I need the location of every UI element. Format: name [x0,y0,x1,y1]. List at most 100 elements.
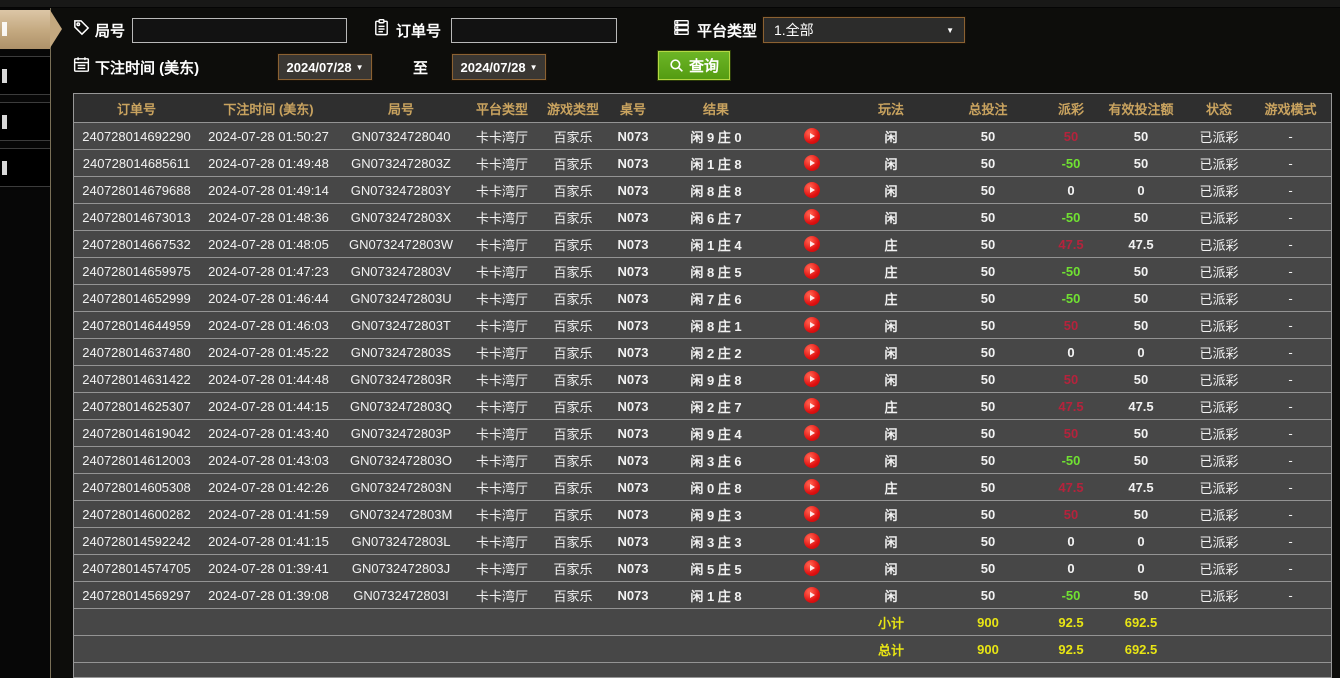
cell-mode: - [1288,290,1293,306]
cell-action [772,236,852,252]
play-icon[interactable] [804,263,820,279]
cell-platform: 卡卡湾厅 [475,507,528,523]
total-payout: 92.5 [1058,641,1084,657]
cell-mode: - [1288,263,1293,279]
table-row: 240728014679688 2024-07-28 01:49:14 GN07… [74,176,1331,203]
cell-bet-time: 2024-07-28 01:39:08 [208,587,329,603]
game-no-input[interactable] [132,18,347,43]
play-icon[interactable] [804,533,820,549]
status-badge: 已派彩 [1199,264,1239,280]
cell-table-no: N073 [617,155,649,171]
play-icon[interactable] [804,587,820,603]
sidebar-tab[interactable] [0,56,50,95]
cell-game-type: 百家乐 [553,534,593,550]
col-header-bet-time: 下注时间 (美东) [223,101,314,117]
cell-mode: - [1288,209,1293,225]
play-icon[interactable] [804,398,820,414]
cell-table-no: N073 [617,425,649,441]
cell-platform: 卡卡湾厅 [475,453,528,469]
top-strip [0,0,1340,8]
payout-cell: -50 [1061,587,1081,603]
cell-game-type: 百家乐 [553,291,593,307]
col-header-table-no: 桌号 [619,101,646,117]
cell-action [772,290,852,306]
payout-cell: -50 [1061,209,1081,225]
cell-game-type: 百家乐 [553,345,593,361]
table-row: 240728014631422 2024-07-28 01:44:48 GN07… [74,365,1331,392]
play-icon[interactable] [804,371,820,387]
cell-mode: - [1288,425,1293,441]
cell-table-no: N073 [617,128,649,144]
play-icon[interactable] [804,317,820,333]
sidebar-tab[interactable] [0,148,50,187]
sidebar-tab-active[interactable] [0,10,62,49]
cell-mode: - [1288,560,1293,576]
status-badge: 已派彩 [1199,561,1239,577]
order-no-input[interactable] [451,18,617,43]
cell-result: 闲 2 庄 2 [690,345,742,361]
payout-cell: 0 [1067,182,1075,198]
cell-mode: - [1288,344,1293,360]
cell-game-type: 百家乐 [553,237,593,253]
cell-valid-bet: 0 [1137,533,1145,549]
col-header-game-type: 游戏类型 [546,101,599,117]
col-header-mode: 游戏模式 [1264,101,1317,117]
query-button[interactable]: 查询 [658,51,731,80]
cell-action [772,344,852,360]
cell-total-bet: 50 [980,344,996,360]
cell-table-no: N073 [617,479,649,495]
cell-order: 240728014625307 [82,398,191,414]
col-header-play-type: 玩法 [877,101,904,117]
cell-game-type: 百家乐 [553,156,593,172]
cell-platform: 卡卡湾厅 [475,588,528,604]
table-row: 240728014625307 2024-07-28 01:44:15 GN07… [74,392,1331,419]
cell-game-no: GN0732472803U [350,290,452,306]
cell-game-type: 百家乐 [553,453,593,469]
platform-type-select[interactable]: 1.全部 ▼ [763,17,965,43]
cell-total-bet: 50 [980,398,996,414]
cell-result: 闲 9 庄 8 [690,372,742,388]
status-badge: 已派彩 [1199,156,1239,172]
play-icon[interactable] [804,344,820,360]
cell-order: 240728014673013 [82,209,191,225]
cell-total-bet: 50 [980,317,996,333]
cell-valid-bet: 50 [1133,506,1149,522]
cell-table-no: N073 [617,560,649,576]
payout-cell: 50 [1063,317,1079,333]
cell-result: 闲 8 庄 5 [690,264,742,280]
date-to-select[interactable]: 2024/07/28 ▼ [452,54,546,80]
cell-mode: - [1288,506,1293,522]
play-icon[interactable] [804,506,820,522]
play-icon[interactable] [804,182,820,198]
cell-platform: 卡卡湾厅 [475,210,528,226]
play-icon[interactable] [804,452,820,468]
cell-play-type: 闲 [884,426,898,442]
play-icon[interactable] [804,128,820,144]
tag-icon [72,18,91,37]
cell-play-type: 庄 [884,399,898,415]
sidebar-tab[interactable] [0,102,50,141]
play-icon[interactable] [804,479,820,495]
query-button-label: 查询 [689,58,720,75]
cell-platform: 卡卡湾厅 [475,129,528,145]
cell-table-no: N073 [617,398,649,414]
play-icon[interactable] [804,155,820,171]
cell-bet-time: 2024-07-28 01:49:14 [208,182,329,198]
cell-game-no: GN0732472803Z [351,155,451,171]
play-icon[interactable] [804,209,820,225]
table-row: 240728014612003 2024-07-28 01:43:03 GN07… [74,446,1331,473]
cell-play-type: 庄 [884,237,898,253]
cell-game-no: GN0732472803R [350,371,452,387]
cell-play-type: 闲 [884,561,898,577]
play-icon[interactable] [804,425,820,441]
cell-total-bet: 50 [980,209,996,225]
date-from-select[interactable]: 2024/07/28 ▼ [278,54,372,80]
table-rows: 240728014692290 2024-07-28 01:50:27 GN07… [74,122,1331,608]
play-icon[interactable] [804,290,820,306]
cell-valid-bet: 0 [1137,182,1145,198]
cell-action [772,398,852,414]
play-icon[interactable] [804,236,820,252]
play-icon[interactable] [804,560,820,576]
cell-result: 闲 5 庄 5 [690,561,742,577]
cell-platform: 卡卡湾厅 [475,345,528,361]
